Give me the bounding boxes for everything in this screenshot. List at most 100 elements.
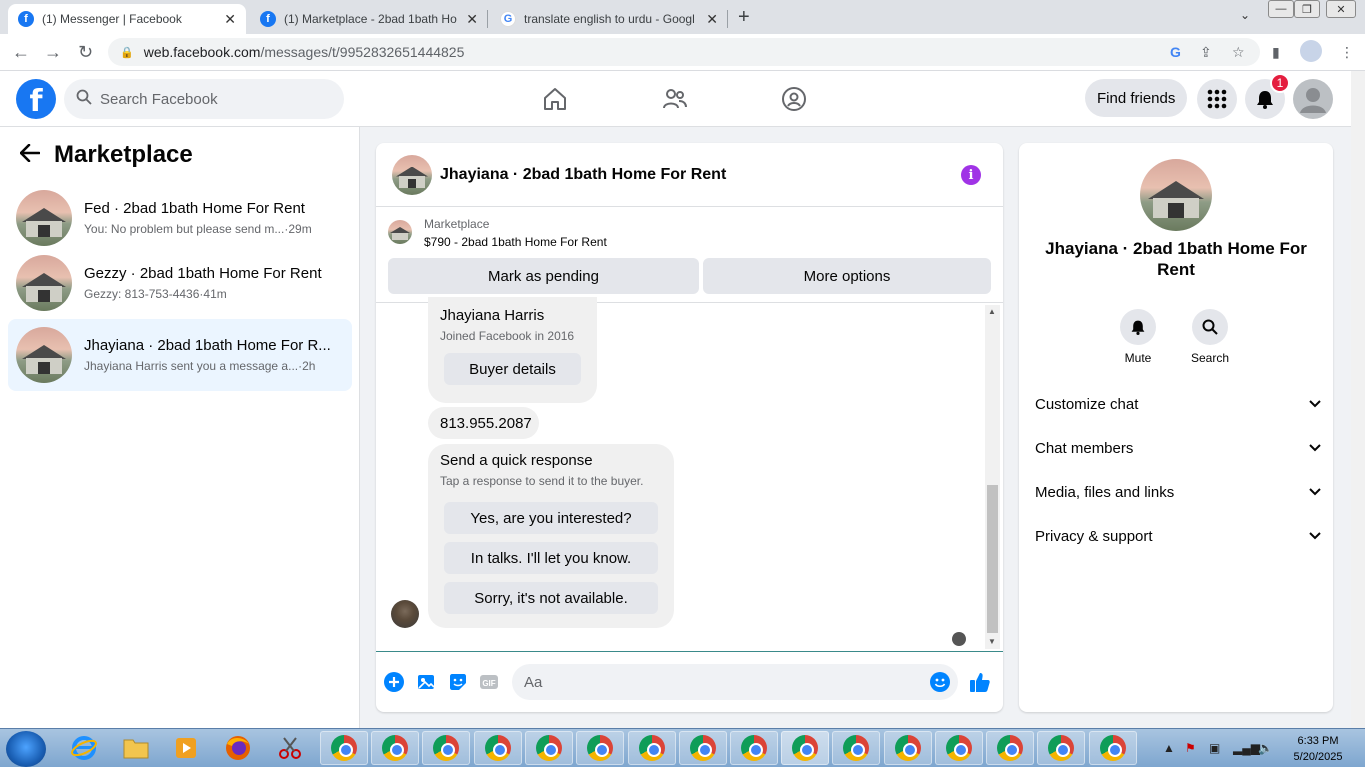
share-icon[interactable]: ⇪ bbox=[1200, 44, 1212, 61]
back-arrow-icon[interactable] bbox=[19, 142, 41, 168]
firefox-icon[interactable] bbox=[214, 731, 262, 765]
groups-icon[interactable] bbox=[780, 85, 808, 113]
chrome-taskbar-item[interactable] bbox=[1037, 731, 1085, 765]
search-in-chat-button[interactable]: Search bbox=[1180, 309, 1240, 365]
facebook-logo-icon[interactable]: f bbox=[16, 79, 56, 119]
mute-button[interactable]: Mute bbox=[1108, 309, 1168, 365]
power-icon[interactable]: ▣ bbox=[1209, 741, 1220, 755]
listing-title[interactable]: $790 - 2bad 1bath Home For Rent bbox=[424, 235, 607, 249]
tab-search-chevron-icon[interactable]: ⌄ bbox=[1240, 8, 1250, 22]
message-scrollbar[interactable]: ▲ ▼ bbox=[985, 305, 1000, 649]
scrollbar-thumb[interactable] bbox=[987, 485, 998, 633]
scroll-up-arrow-icon[interactable]: ▲ bbox=[988, 307, 996, 316]
chrome-taskbar-item[interactable] bbox=[628, 731, 676, 765]
start-button[interactable] bbox=[6, 731, 46, 767]
google-translate-icon[interactable]: G bbox=[1170, 44, 1181, 60]
emoji-icon[interactable] bbox=[929, 671, 951, 693]
sender-avatar[interactable] bbox=[391, 600, 419, 628]
chrome-icon bbox=[433, 735, 459, 761]
plus-circle-icon[interactable] bbox=[383, 671, 405, 693]
listing-banner: Marketplace $790 - 2bad 1bath Home For R… bbox=[376, 207, 1003, 303]
reload-icon[interactable]: ↻ bbox=[78, 42, 93, 63]
quick-response-not-available-button[interactable]: Sorry, it's not available. bbox=[444, 582, 658, 614]
sticker-icon[interactable] bbox=[447, 671, 469, 693]
buyer-details-button[interactable]: Buyer details bbox=[444, 353, 581, 385]
search-icon bbox=[76, 89, 92, 110]
photo-icon[interactable] bbox=[415, 671, 437, 693]
account-avatar[interactable] bbox=[1293, 79, 1333, 119]
search-box[interactable] bbox=[64, 79, 344, 119]
conversation-time: ·29m bbox=[284, 222, 312, 236]
chat-members-row[interactable]: Chat members bbox=[1035, 428, 1321, 468]
privacy-support-row[interactable]: Privacy & support bbox=[1035, 516, 1321, 556]
menu-grid-icon[interactable] bbox=[1197, 79, 1237, 119]
network-signal-icon[interactable]: ▂▄▆ bbox=[1233, 741, 1260, 755]
chrome-taskbar-item[interactable] bbox=[832, 731, 880, 765]
close-icon[interactable]: ✕ bbox=[706, 11, 718, 28]
house-thumbnail[interactable] bbox=[392, 154, 432, 195]
info-icon[interactable]: i bbox=[961, 165, 981, 185]
chrome-taskbar-item[interactable] bbox=[884, 731, 932, 765]
conversation-preview: Jhayiana Harris sent you a message a... bbox=[84, 359, 299, 373]
page-scrollbar[interactable] bbox=[1351, 71, 1365, 728]
show-hidden-icons-arrow-icon[interactable]: ▲ bbox=[1163, 741, 1175, 755]
chrome-taskbar-item[interactable] bbox=[986, 731, 1034, 765]
close-icon[interactable]: ✕ bbox=[466, 11, 478, 28]
menu-kebab-icon[interactable]: ⋮ bbox=[1340, 44, 1354, 61]
side-panel-icon[interactable]: ▮ bbox=[1272, 44, 1280, 61]
conversation-item-fed[interactable]: Fed · 2bad 1bath Home For Rent You: No p… bbox=[8, 182, 352, 254]
more-options-button[interactable]: More options bbox=[703, 258, 991, 294]
media-player-icon[interactable] bbox=[162, 731, 210, 765]
chrome-taskbar-item[interactable] bbox=[525, 731, 573, 765]
forward-arrow-icon[interactable]: → bbox=[44, 42, 62, 63]
media-files-links-row[interactable]: Media, files and links bbox=[1035, 472, 1321, 512]
mark-as-pending-button[interactable]: Mark as pending bbox=[388, 258, 699, 294]
gif-icon[interactable]: GIF bbox=[478, 671, 500, 693]
profile-avatar-icon[interactable] bbox=[1300, 40, 1322, 62]
window-close-button[interactable]: ✕ bbox=[1326, 0, 1356, 18]
bookmark-star-icon[interactable]: ☆ bbox=[1232, 44, 1245, 61]
maximize-button[interactable]: ❐ bbox=[1294, 0, 1320, 18]
scroll-down-arrow-icon[interactable]: ▼ bbox=[988, 637, 996, 646]
snipping-tool-icon[interactable] bbox=[266, 731, 314, 765]
conversation-item-gezzy[interactable]: Gezzy · 2bad 1bath Home For Rent Gezzy: … bbox=[8, 247, 352, 319]
customize-chat-row[interactable]: Customize chat bbox=[1035, 384, 1321, 424]
chrome-taskbar-item[interactable] bbox=[935, 731, 983, 765]
internet-explorer-icon[interactable] bbox=[60, 731, 108, 765]
quick-response-in-talks-button[interactable]: In talks. I'll let you know. bbox=[444, 542, 658, 574]
new-tab-button[interactable]: + bbox=[738, 6, 750, 29]
quick-response-yes-button[interactable]: Yes, are you interested? bbox=[444, 502, 658, 534]
minimize-button[interactable]: — bbox=[1268, 0, 1294, 18]
system-clock[interactable]: 6:33 PM 5/20/2025 bbox=[1283, 733, 1353, 765]
chrome-taskbar-item[interactable] bbox=[371, 731, 419, 765]
conversation-item-jhayiana[interactable]: Jhayiana · 2bad 1bath Home For R... Jhay… bbox=[8, 319, 352, 391]
chrome-taskbar-item[interactable] bbox=[679, 731, 727, 765]
tab-google[interactable]: G translate english to urdu - Googl ✕ bbox=[490, 4, 728, 34]
file-explorer-icon[interactable] bbox=[112, 731, 160, 765]
action-center-flag-icon[interactable]: ⚑ bbox=[1185, 741, 1196, 755]
tab-messenger[interactable]: f (1) Messenger | Facebook ✕ bbox=[8, 4, 246, 34]
tab-marketplace[interactable]: f (1) Marketplace - 2bad 1bath Ho ✕ bbox=[250, 4, 488, 34]
volume-icon[interactable]: 🔈 bbox=[1258, 741, 1273, 755]
chrome-icon bbox=[331, 735, 357, 761]
chrome-taskbar-item[interactable] bbox=[576, 731, 624, 765]
chrome-taskbar-item[interactable] bbox=[320, 731, 368, 765]
contact-avatar[interactable] bbox=[1140, 159, 1212, 231]
thumbs-up-icon[interactable] bbox=[969, 671, 991, 693]
find-friends-button[interactable]: Find friends bbox=[1085, 79, 1188, 117]
chrome-taskbar-item[interactable] bbox=[730, 731, 778, 765]
chrome-taskbar-item[interactable] bbox=[474, 731, 522, 765]
chrome-taskbar-item[interactable] bbox=[422, 731, 470, 765]
search-input[interactable] bbox=[100, 90, 320, 108]
home-icon[interactable] bbox=[541, 85, 569, 113]
chrome-taskbar-item-active[interactable] bbox=[781, 731, 829, 765]
url-field[interactable]: 🔒 web.facebook.com/messages/t/9952832651… bbox=[108, 38, 1260, 66]
chrome-taskbar-item[interactable] bbox=[1089, 731, 1137, 765]
tab-title: (1) Messenger | Facebook bbox=[42, 12, 182, 26]
listing-thumbnail[interactable] bbox=[388, 220, 412, 244]
friends-icon[interactable] bbox=[661, 85, 689, 113]
back-arrow-icon[interactable]: ← bbox=[12, 42, 30, 63]
message-input[interactable] bbox=[512, 664, 958, 700]
close-icon[interactable]: ✕ bbox=[224, 11, 236, 28]
chat-title[interactable]: Jhayiana · 2bad 1bath Home For Rent bbox=[440, 166, 726, 184]
